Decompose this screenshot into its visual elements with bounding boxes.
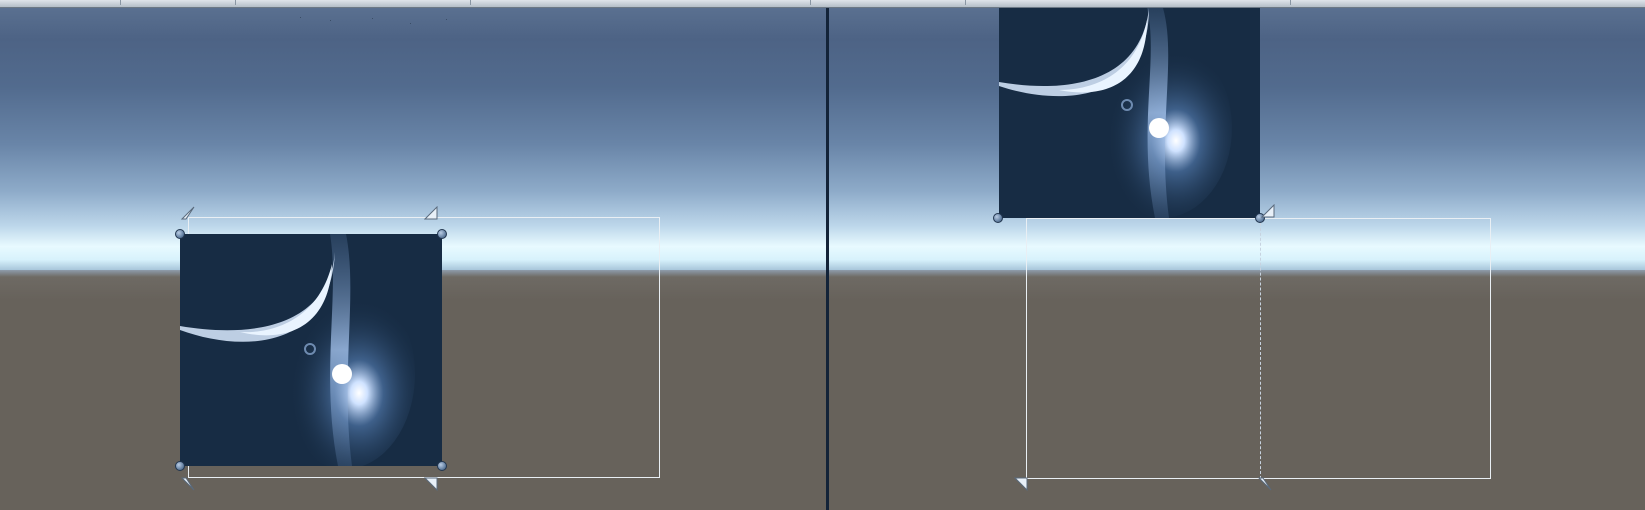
resize-handle-icon[interactable] (993, 213, 1003, 223)
sprite-image-icon (180, 234, 442, 466)
toolbar-tick (470, 0, 471, 5)
sky-speck (300, 17, 301, 18)
right-scene-view[interactable] (829, 8, 1645, 510)
toolbar-tick (235, 0, 236, 5)
sky-speck (330, 20, 331, 21)
sprite-image[interactable] (999, 8, 1260, 218)
left-scene-view[interactable] (0, 8, 826, 510)
pivot-guide-line (1260, 218, 1261, 479)
toolbar-tick (965, 0, 966, 5)
sprite-image[interactable] (180, 234, 442, 466)
toolbar-tick (810, 0, 811, 5)
sky-speck (446, 19, 447, 20)
resize-handle-icon[interactable] (437, 229, 447, 239)
top-toolbar-strip (0, 0, 1645, 8)
sprite-image-icon (999, 8, 1260, 218)
sky-speck (372, 18, 373, 19)
rect-transform-outline[interactable] (1026, 218, 1491, 479)
resize-handle-icon[interactable] (437, 461, 447, 471)
toolbar-tick (1290, 0, 1291, 5)
resize-handle-icon[interactable] (175, 229, 185, 239)
sky-speck (410, 23, 411, 24)
toolbar-tick (120, 0, 121, 5)
resize-handle-icon[interactable] (175, 461, 185, 471)
